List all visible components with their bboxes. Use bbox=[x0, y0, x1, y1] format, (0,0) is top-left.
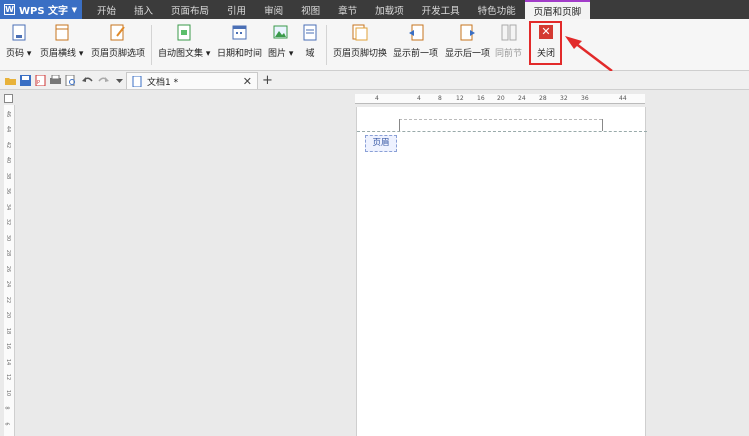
ruler-tick: 8 bbox=[438, 95, 442, 102]
vruler-tick: 44 bbox=[5, 125, 12, 133]
vruler-tick: 16 bbox=[5, 342, 12, 350]
vruler-tick: 6 bbox=[3, 422, 10, 426]
header-boundary-line bbox=[357, 131, 647, 132]
ruler-tick: 24 bbox=[518, 95, 526, 102]
crop-mark bbox=[399, 119, 400, 131]
ruler-tick: 32 bbox=[560, 95, 568, 102]
document-workspace: 46 44 42 40 38 36 34 32 30 28 26 24 22 2… bbox=[0, 90, 749, 436]
vruler-tick: 26 bbox=[5, 265, 12, 273]
vruler-tick: 30 bbox=[5, 234, 12, 242]
ruler-tick: 16 bbox=[477, 95, 485, 102]
new-tab-icon[interactable]: + bbox=[262, 73, 273, 88]
vruler-tick: 36 bbox=[5, 187, 12, 195]
vruler-tick: 28 bbox=[5, 249, 12, 257]
ruler-tick: 4 bbox=[375, 95, 379, 102]
close-tab-icon[interactable]: ✕ bbox=[243, 75, 252, 88]
vruler-tick: 14 bbox=[5, 358, 12, 366]
ruler-tick: 4 bbox=[417, 95, 421, 102]
document-icon bbox=[132, 75, 142, 87]
save-icon[interactable] bbox=[20, 75, 31, 86]
ruler-tick: 44 bbox=[619, 95, 627, 102]
undo-icon[interactable] bbox=[82, 75, 93, 86]
print-icon[interactable] bbox=[50, 75, 61, 86]
header-margin-guide bbox=[399, 119, 602, 120]
vruler-tick: 10 bbox=[5, 389, 12, 397]
ruler-tick: 28 bbox=[539, 95, 547, 102]
customize-toolbar-icon[interactable] bbox=[114, 75, 125, 86]
vertical-ruler: 46 44 42 40 38 36 34 32 30 28 26 24 22 2… bbox=[4, 105, 15, 436]
quick-access-bar: P 文档1 * ✕ + bbox=[0, 71, 749, 90]
document-tab-title: 文档1 * bbox=[147, 77, 179, 88]
ruler-tick: 36 bbox=[581, 95, 589, 102]
vruler-tick: 24 bbox=[5, 280, 12, 288]
vruler-tick: 46 bbox=[5, 110, 12, 118]
vruler-tick: 8 bbox=[3, 406, 10, 410]
ruler-tick: 20 bbox=[497, 95, 505, 102]
document-page[interactable]: 页眉 bbox=[356, 107, 647, 436]
ruler-tick: 12 bbox=[456, 95, 464, 102]
horizontal-ruler: 4 4 8 12 16 20 24 28 32 36 44 bbox=[355, 94, 645, 104]
open-folder-icon[interactable] bbox=[5, 75, 16, 86]
vruler-tick: 20 bbox=[5, 311, 12, 319]
vruler-tick: 32 bbox=[5, 218, 12, 226]
header-label-tag: 页眉 bbox=[365, 135, 397, 152]
vruler-tick: 34 bbox=[5, 203, 12, 211]
vruler-tick: 42 bbox=[5, 141, 12, 149]
pdf-icon[interactable]: P bbox=[35, 75, 46, 86]
document-tab[interactable]: 文档1 * ✕ bbox=[126, 72, 258, 89]
ruler-corner-icon[interactable] bbox=[4, 94, 13, 103]
vruler-tick: 22 bbox=[5, 296, 12, 304]
redo-icon[interactable] bbox=[98, 75, 109, 86]
print-preview-icon[interactable] bbox=[65, 75, 76, 86]
vruler-tick: 12 bbox=[5, 373, 12, 381]
vruler-tick: 40 bbox=[5, 156, 12, 164]
svg-text:P: P bbox=[37, 80, 40, 86]
vruler-tick: 18 bbox=[5, 327, 12, 335]
crop-mark bbox=[602, 119, 603, 131]
vruler-tick: 38 bbox=[5, 172, 12, 180]
